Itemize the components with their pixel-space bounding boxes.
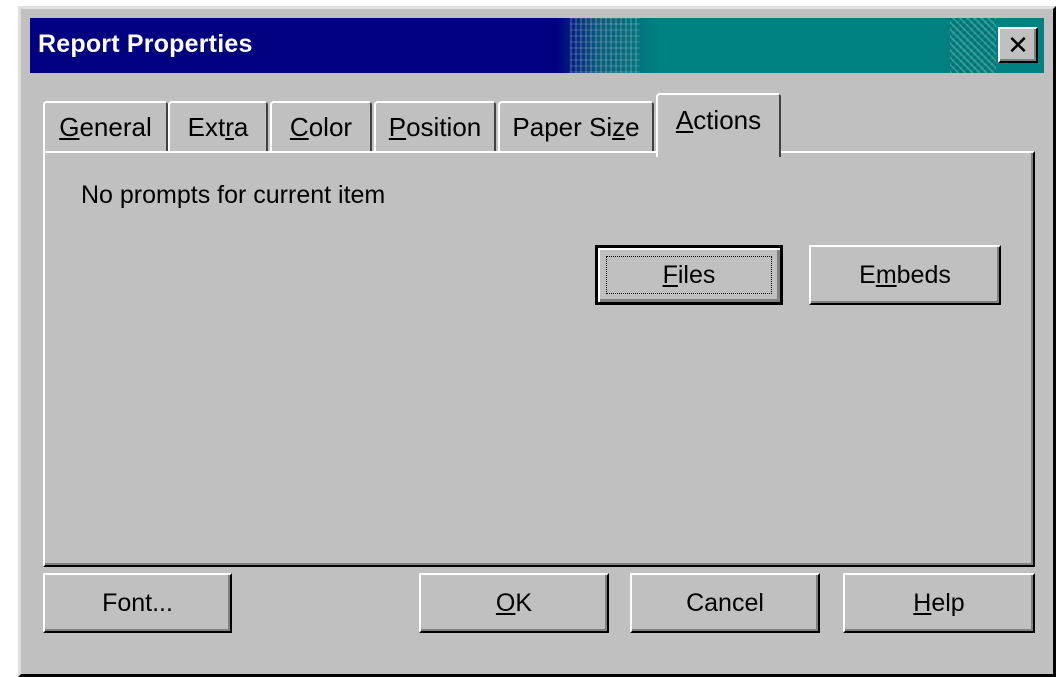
embeds-label-pre: E <box>859 260 876 289</box>
close-button[interactable]: ✕ <box>998 27 1038 63</box>
help-label-post: elp <box>931 588 965 617</box>
dialog-title: Report Properties <box>38 30 253 58</box>
help-accel: H <box>913 588 932 617</box>
tab-paper-size[interactable]: Paper Size <box>498 101 654 153</box>
tab-paper-size-label-pre: Paper Si <box>512 112 613 142</box>
tab-color-accel: C <box>289 112 309 142</box>
tab-extra-label-pre: Ext <box>187 112 226 142</box>
embeds-accel: m <box>875 260 897 289</box>
tab-paper-size-label-post: e <box>625 112 640 142</box>
tab-actions-label-post: ctions <box>693 105 762 135</box>
help-button[interactable]: Help <box>843 573 1035 633</box>
title-bar-pattern <box>570 18 640 73</box>
cancel-button[interactable]: Cancel <box>630 573 820 633</box>
tab-extra-accel: r <box>225 112 234 142</box>
tab-position-accel: P <box>388 112 407 142</box>
tab-extra-label-post: a <box>233 112 249 142</box>
no-prompts-label: No prompts for current item <box>81 181 386 209</box>
embeds-label-post: beds <box>896 260 951 289</box>
title-bar[interactable]: Report Properties ✕ <box>30 18 1044 73</box>
actions-tab-panel: No prompts for current item Files Em beds <box>43 151 1035 567</box>
ok-accel: O <box>495 588 516 617</box>
ok-label-post: K <box>515 588 533 617</box>
tab-general-accel: G <box>59 112 80 142</box>
tab-position-label-post: osition <box>406 112 482 142</box>
font-button-label: Font... <box>102 588 173 617</box>
tab-general[interactable]: General <box>43 101 168 153</box>
tab-actions[interactable]: Actions <box>656 93 781 157</box>
files-button[interactable]: Files <box>595 245 783 305</box>
title-bar-pattern-right <box>950 18 996 73</box>
tab-extra[interactable]: Extra <box>168 101 268 153</box>
ok-button[interactable]: OK <box>419 573 609 633</box>
tab-color-label-post: olor <box>308 112 353 142</box>
font-button[interactable]: Font... <box>43 573 232 633</box>
tab-color[interactable]: Color <box>270 101 372 153</box>
tab-general-label-post: eneral <box>79 112 152 142</box>
files-label-post: iles <box>677 260 716 289</box>
report-properties-dialog: Report Properties ✕ General Extra Color … <box>18 6 1056 677</box>
files-accel: F <box>662 260 678 289</box>
tab-position[interactable]: Position <box>374 101 496 153</box>
cancel-button-label: Cancel <box>686 588 764 617</box>
tab-actions-accel: A <box>675 105 694 135</box>
close-icon: ✕ <box>1007 30 1029 60</box>
embeds-button[interactable]: Em beds <box>809 245 1001 305</box>
tab-paper-size-accel: z <box>612 112 626 142</box>
